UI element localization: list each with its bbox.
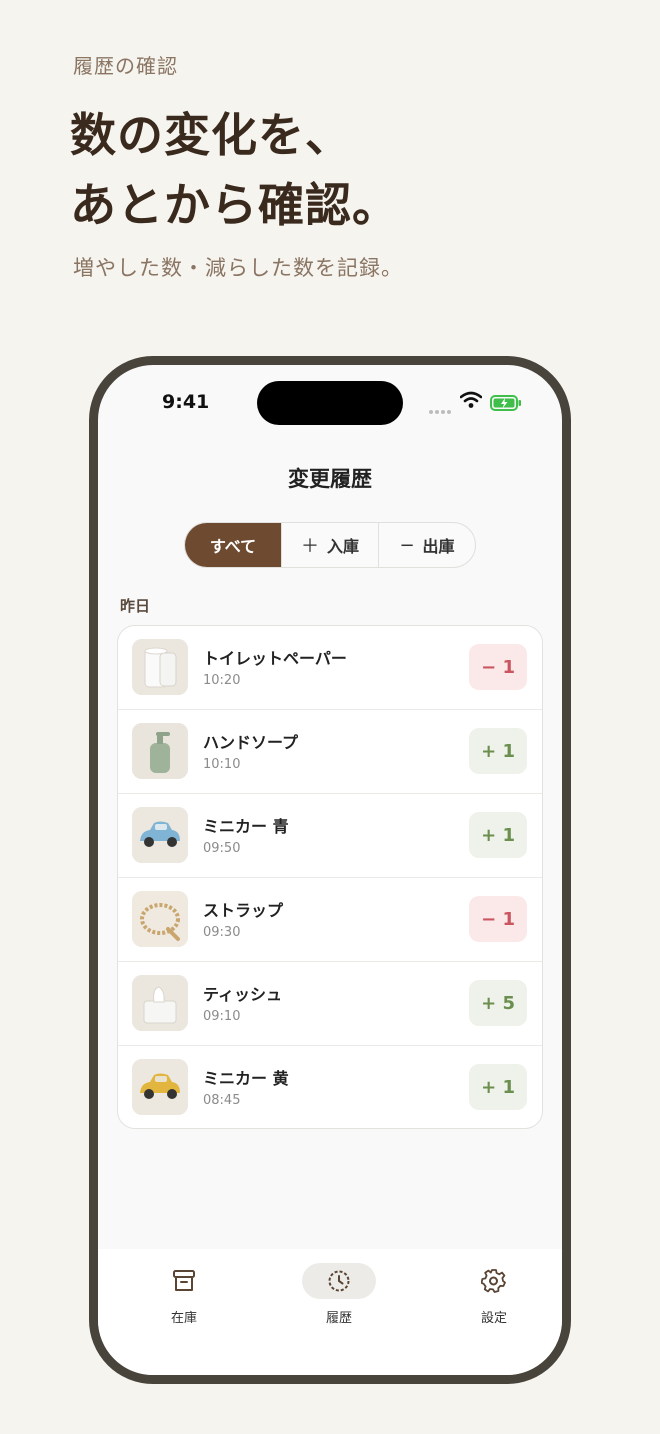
dynamic-island [257,381,403,425]
minus-icon: − [399,534,415,556]
blue-toy-car-icon [132,807,188,863]
change-badge: − 1 [469,896,527,942]
tab-settings-label: 設定 [480,1311,507,1326]
filter-stock-in[interactable]: ＋ 入庫 [282,523,379,567]
promo-eyebrow: 履歴の確認 [73,54,178,78]
strap-icon [132,891,188,947]
change-badge: + 1 [469,812,527,858]
filter-all[interactable]: すべて [185,523,282,567]
history-clock-icon [328,1270,350,1292]
hand-soap-icon [132,723,188,779]
signal-dots-icon [429,399,453,414]
history-row[interactable]: ミニカー 青 09:50 + 1 [118,794,542,878]
tab-history[interactable]: 履歴 [299,1263,379,1333]
yellow-toy-car-icon [132,1059,188,1115]
wifi-icon [460,391,482,408]
tab-inventory[interactable]: 在庫 [144,1263,224,1333]
item-name: ストラップ [203,901,284,920]
section-label-yesterday: 昨日 [120,597,151,615]
tab-bar: 在庫 履歴 設定 [98,1249,562,1375]
history-row[interactable]: ミニカー 黄 08:45 + 1 [118,1046,542,1128]
item-name: ハンドソープ [203,733,299,752]
toilet-paper-icon [132,639,188,695]
tab-inventory-label: 在庫 [170,1311,197,1326]
item-name: ティッシュ [203,985,283,1004]
history-row[interactable]: ハンドソープ 10:10 + 1 [118,710,542,794]
battery-icon [490,395,521,411]
plus-icon: ＋ [300,536,319,557]
item-name: トイレットペーパー [203,649,347,668]
gear-icon [481,1269,506,1293]
history-list: トイレットペーパー 10:20 − 1 ハンドソープ 10:10 + 1 ミニカ… [117,625,543,1129]
item-time: 08:45 [203,1093,241,1108]
history-row[interactable]: トイレットペーパー 10:20 − 1 [118,626,542,710]
item-time: 10:20 [203,673,241,688]
change-badge: + 1 [469,728,527,774]
promo-headline-line1: 数の変化を、 [70,108,352,162]
item-time: 10:10 [203,757,241,772]
promo-headline: 数の変化を、 あとから確認。 [70,100,399,240]
tab-settings[interactable]: 設定 [454,1263,534,1333]
page-title: 変更履歴 [288,467,372,491]
change-badge: + 1 [469,1064,527,1110]
change-badge: − 1 [469,644,527,690]
archive-box-icon [173,1270,195,1291]
phone-frame: 9:41 変更履歴 すべて ＋ 入庫 − 出庫 昨日 トイレットペーパー 10:… [89,356,571,1384]
item-name: ミニカー 黄 [203,1069,289,1088]
status-time: 9:41 [162,391,210,413]
promo-subline: 増やした数・減らした数を記録。 [73,256,403,280]
status-bar: 9:41 [98,365,562,435]
history-row[interactable]: ティッシュ 09:10 + 5 [118,962,542,1046]
filter-stock-in-label: 入庫 [326,537,359,556]
filter-all-label: すべて [209,537,257,556]
tab-history-label: 履歴 [325,1311,352,1326]
item-name: ミニカー 青 [203,817,289,836]
promo-headline-line2: あとから確認。 [70,178,399,232]
filter-segmented-control: すべて ＋ 入庫 − 出庫 [184,522,476,568]
filter-stock-out-label: 出庫 [422,537,455,556]
filter-stock-out[interactable]: − 出庫 [379,523,475,567]
item-time: 09:30 [203,925,241,940]
change-badge: + 5 [469,980,527,1026]
tissue-box-icon [132,975,188,1031]
history-row[interactable]: ストラップ 09:30 − 1 [118,878,542,962]
item-time: 09:10 [203,1009,241,1024]
item-time: 09:50 [203,841,241,856]
